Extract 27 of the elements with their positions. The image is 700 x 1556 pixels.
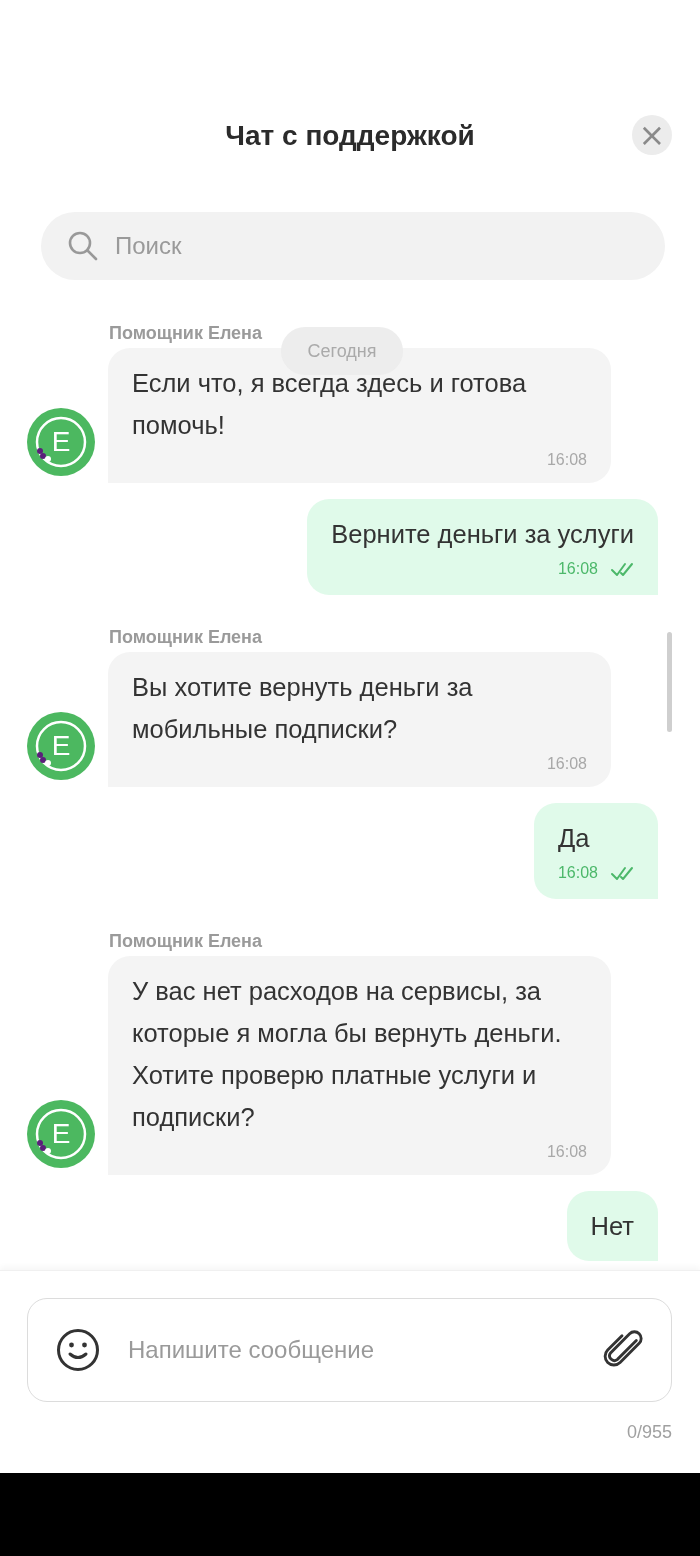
search-field[interactable]: Поиск (41, 212, 665, 280)
message-text: Верните деньги за услуги (331, 519, 634, 550)
message-time: 16:08 (546, 1143, 587, 1161)
message-time: 16:08 (557, 560, 598, 578)
message-time: 16:08 (557, 864, 598, 882)
message-text: Да (557, 823, 591, 854)
smiley-icon[interactable] (56, 1328, 100, 1372)
message-text: Вы хотите вернуть деньги за мобильные подписки? (132, 672, 474, 745)
message-time: 16:08 (546, 755, 587, 773)
avatar: Е (27, 1100, 95, 1168)
message-time: 16:08 (546, 451, 587, 469)
avatar: Е (27, 712, 95, 780)
search-input[interactable]: Поиск (113, 225, 665, 267)
date-label: Сегодня (281, 327, 403, 375)
search-icon (67, 230, 99, 262)
message-field[interactable]: Напишите сообщение (27, 1298, 672, 1402)
sender-name: Помощник Елена (109, 323, 263, 343)
sender-name: Помощник Елена (109, 931, 263, 951)
scrollbar[interactable] (667, 632, 672, 732)
close-button[interactable]: × (632, 115, 672, 155)
character-counter: 0/955 (626, 1422, 672, 1443)
message-input[interactable]: Напишите сообщение (126, 1329, 575, 1371)
chat-title: Чат с поддержкой (225, 120, 475, 152)
avatar: Е (27, 408, 95, 476)
sender-name: Помощник Елена (109, 627, 263, 647)
message-text: Нет (590, 1211, 634, 1242)
message-text: У вас нет расходов на сервисы, за которые я могла бы вернуть деньги. Хотите проверю платные услуги и подписки? (132, 976, 563, 1133)
